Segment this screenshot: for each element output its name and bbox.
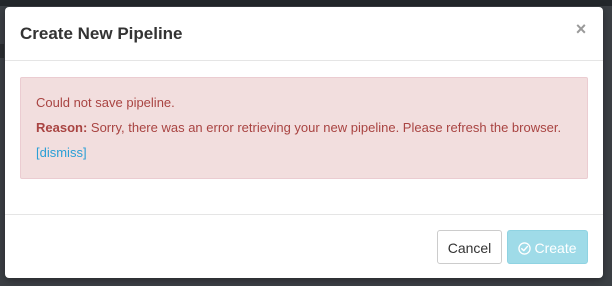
reason-label: Reason:	[36, 120, 88, 135]
alert-message: Could not save pipeline.	[36, 95, 175, 110]
backdrop-top-bar	[0, 0, 612, 6]
modal-header: Create New Pipeline ×	[5, 7, 603, 61]
create-button-label: Create	[534, 240, 577, 256]
backdrop-edge	[0, 44, 4, 58]
modal-footer: Cancel Create	[5, 214, 603, 278]
create-pipeline-modal: Create New Pipeline × Could not save pip…	[5, 7, 603, 278]
alert-reason: Reason: Sorry, there was an error retrie…	[36, 120, 561, 136]
dismiss-link[interactable]: [dismiss]	[36, 145, 87, 161]
check-circle-icon	[518, 242, 532, 255]
error-alert: Could not save pipeline. Reason: Sorry, …	[20, 77, 588, 179]
modal-body: Could not save pipeline. Reason: Sorry, …	[5, 61, 603, 214]
create-button[interactable]: Create	[507, 230, 588, 264]
cancel-button[interactable]: Cancel	[437, 230, 502, 264]
reason-text: Sorry, there was an error retrieving you…	[87, 120, 562, 135]
close-icon[interactable]: ×	[574, 20, 588, 38]
modal-title: Create New Pipeline	[20, 24, 183, 43]
